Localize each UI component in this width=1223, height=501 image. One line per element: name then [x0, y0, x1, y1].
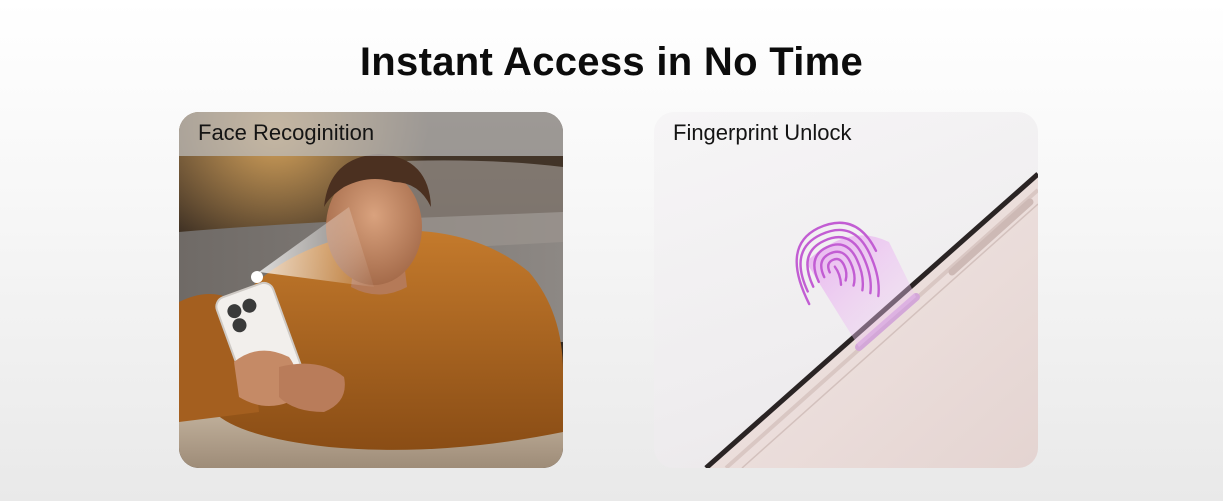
page-title: Instant Access in No Time	[359, 40, 864, 84]
face-recognition-image	[179, 112, 563, 468]
fingerprint-unlock-card: Fingerprint Unlock	[654, 112, 1038, 468]
face-recognition-card: Face Recoginition	[179, 112, 563, 468]
fingerprint-unlock-label: Fingerprint Unlock	[673, 120, 852, 145]
fingerprint-unlock-image	[704, 172, 1038, 468]
face-recognition-label: Face Recoginition	[179, 112, 563, 156]
